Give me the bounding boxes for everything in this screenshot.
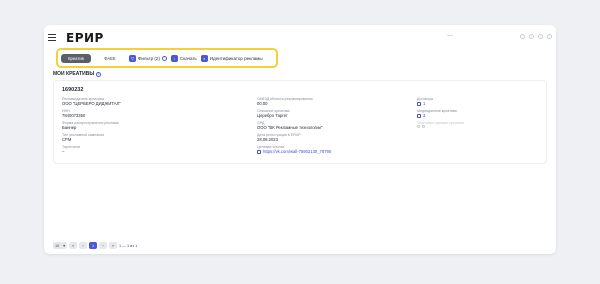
top-actions <box>520 34 552 39</box>
tab-faee[interactable]: ФАЕЕ <box>95 54 125 63</box>
ord-field: ОРД ООО "ВК Рекламные технологии" <box>257 121 322 131</box>
page-size-value: 10 <box>54 243 60 248</box>
profile-icon[interactable] <box>547 34 552 39</box>
form-value: Баннер <box>62 125 77 131</box>
description-field: Описание креатива Церебро Таргет <box>257 109 290 119</box>
media-count: 3 <box>423 113 426 119</box>
advertiser-value: ООО "ЦЕРБЕРО ДИДЖИТАЛ" <box>62 101 121 107</box>
menu-icon[interactable] <box>48 34 56 41</box>
section-title-text: МОИ КРЕАТИВЫ <box>53 71 95 77</box>
download-icon: ↓ <box>170 54 178 62</box>
campaign-value: CPM <box>62 137 72 143</box>
creative-card[interactable]: 1690232 Рекламодатель креатива ООО "ЦЕРБ… <box>53 80 547 164</box>
filter-clear-icon[interactable] <box>161 55 167 61</box>
inn-field: ИНН 7840073350 <box>62 109 85 119</box>
campaign-field: Тип рекламной кампании CPM <box>62 133 104 143</box>
app-logo[interactable]: ЕРИР <box>66 31 104 45</box>
toolbar: Креатив ФАЕЕ ▽ Фильтр (2) ↓ Скачать ⌕ Ид… <box>58 50 320 66</box>
document-icon <box>417 102 421 107</box>
image-icon <box>417 114 421 119</box>
page-size-select[interactable]: 10 ▾ <box>53 242 67 249</box>
tab-creative[interactable]: Креатив <box>61 53 91 63</box>
media-field: Медиаданные креатива 3 <box>417 109 457 119</box>
last-page-button[interactable]: » <box>109 242 117 249</box>
advertiser-field: Рекламодатель креатива ООО "ЦЕРБЕРО ДИДЖ… <box>62 97 121 107</box>
settings-icon[interactable] <box>538 34 543 39</box>
section-title: МОИ КРЕАТИВЫ i <box>53 71 102 77</box>
search-icon: ⌕ <box>200 54 208 62</box>
help-icon[interactable] <box>520 34 525 39</box>
text-icon <box>417 125 420 129</box>
ord-value: ООО "ВК Рекламные технологии" <box>257 125 323 131</box>
filter-label: Фильтр (2) <box>138 55 160 61</box>
filter-button[interactable]: ▽ Фильтр (2) <box>129 54 167 62</box>
targeting-value: – <box>62 149 65 155</box>
link-field: Целевая ссылка https://vk.com/wall-75902… <box>257 145 331 155</box>
prev-page-button[interactable]: ‹ <box>79 242 87 249</box>
date-value: 28.08.2023 <box>257 137 278 143</box>
notification-icon[interactable] <box>529 34 534 39</box>
target-link[interactable]: https://vk.com/wall-75902130_78790 <box>257 149 331 154</box>
download-button[interactable]: ↓ Скачать <box>170 54 197 62</box>
contracts-field: Договоры 1 <box>417 97 433 107</box>
target-link-text: https://vk.com/wall-75902130_78790 <box>263 149 332 155</box>
text-data-field: Текстовые данные креатива <box>417 121 464 129</box>
page-range: 1 — 1 из 1 <box>119 243 138 248</box>
pagination: 10 ▾ « ‹ 1 › » 1 — 1 из 1 <box>53 242 137 249</box>
contracts-link[interactable]: 1 <box>417 101 433 106</box>
filter-icon: ▽ <box>129 54 136 62</box>
text-icon <box>422 125 425 129</box>
contracts-count: 1 <box>423 101 426 107</box>
identifier-label: Идентификатор рекламы <box>209 55 263 61</box>
top-bar: ЕРИР <box>44 25 556 51</box>
description-value: Церебро Таргет <box>257 113 288 119</box>
inn-value: 7840073350 <box>62 113 86 119</box>
targeting-label: Таргетинги <box>62 145 81 149</box>
date-field: Дата регистрации в ЕРИР 28.08.2023 <box>257 133 300 143</box>
first-page-button[interactable]: « <box>69 242 77 249</box>
main-card: ЕРИР Креатив ФАЕЕ ▽ Фильтр (2) ↓ Скачать… <box>44 25 556 254</box>
form-field: Форма распространения рекламы Баннер <box>62 121 119 131</box>
chevron-down-icon: ▾ <box>63 244 66 248</box>
okved-field: ОКВЭД объекта рекламирования 00.00 <box>257 97 313 107</box>
download-label: Скачать <box>179 55 197 61</box>
external-link-icon <box>257 150 261 155</box>
identifier-button[interactable]: ⌕ Идентификатор рекламы <box>200 54 263 62</box>
okved-value: 00.00 <box>257 101 268 107</box>
page-button-current[interactable]: 1 <box>89 242 97 249</box>
next-page-button[interactable]: › <box>99 242 107 249</box>
divider <box>447 35 453 38</box>
targeting-field: Таргетинги – <box>62 145 80 155</box>
info-icon[interactable]: i <box>96 71 102 77</box>
media-link[interactable]: 3 <box>417 113 457 118</box>
creative-id: 1690232 <box>62 87 84 93</box>
text-data-icons <box>417 125 464 129</box>
